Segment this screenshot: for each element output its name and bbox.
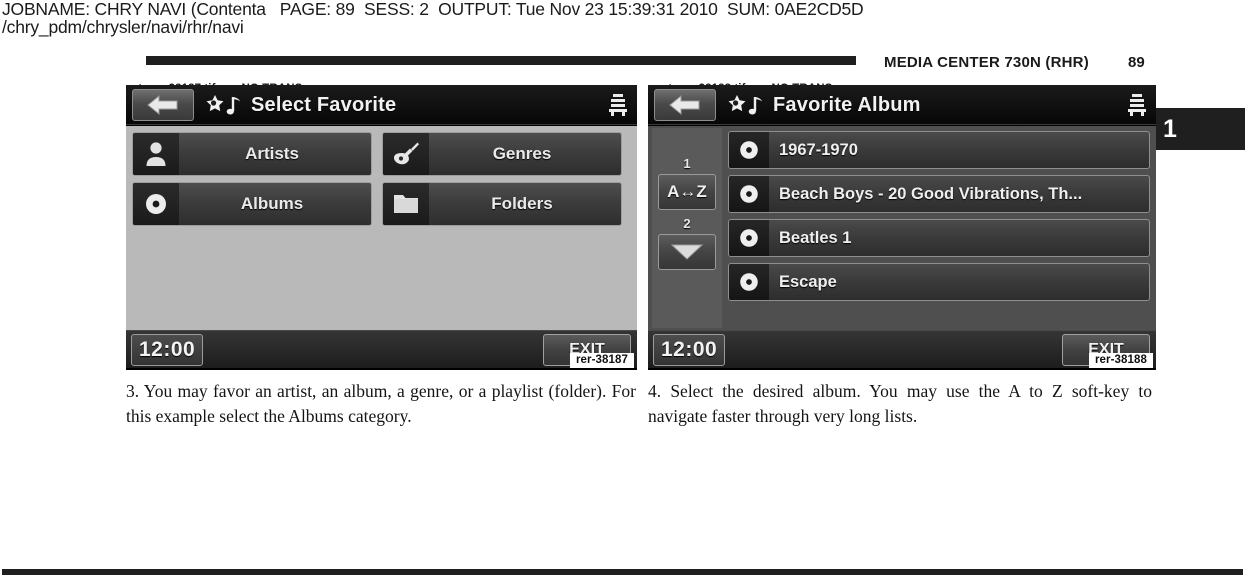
tile-albums[interactable]: Albums [132,182,372,226]
guitar-icon-glyph [393,142,419,165]
equalizer-icon [1128,94,1146,116]
title-icon-left [202,94,246,123]
disc-icon-glyph [146,194,166,214]
section-tab-number: 1 [1163,114,1177,143]
back-button-right[interactable] [654,89,716,121]
back-button-left[interactable] [132,89,194,121]
disc-icon-glyph [740,185,758,203]
figure-screenshot-left: Select Favorite Artists Genres Albums Fo… [126,85,637,370]
callout-1: 1 [683,156,691,171]
list-item[interactable]: Beatles 1 [728,219,1150,257]
star-music-note-icon [728,95,762,115]
radio-header-right: Favorite Album [648,85,1156,125]
manual-page: JOBNAME: CHRY NAVI (Contenta PAGE: 89 SE… [0,0,1245,580]
equalizer-icon [609,94,627,116]
tile-folders[interactable]: Folders [382,182,622,226]
menu-button-left[interactable] [607,93,629,122]
tile-genres[interactable]: Genres [382,132,622,176]
back-arrow-icon [669,94,700,116]
disc-icon-glyph [740,141,758,159]
list-item-label: Beach Boys - 20 Good Vibrations, Th... [779,184,1083,203]
callout-2: 2 [683,216,691,231]
radio-body-right: 1 A↔Z 2 1967-1970 Beach Boys - 20 Good V… [648,126,1156,330]
folder-icon [383,183,429,225]
a-to-z-button[interactable]: A↔Z [658,174,716,210]
radio-footer-left: 12:00 EXIT [126,330,637,368]
tile-label-albums: Albums [240,194,304,213]
caption-text-left: 3. You may favor an artist, an album, a … [126,379,636,428]
disc-icon [729,176,769,212]
list-item-label: Beatles 1 [779,228,852,247]
tile-label-folders: Folders [491,194,553,213]
triangle-down-icon [670,244,704,260]
art-tag-left: rer-38187 [569,353,634,368]
radio-header-left: Select Favorite [126,85,637,125]
caption-right-paragraph: 4. Select the desired album. You may use… [648,381,1152,426]
tile-label-genres: Genres [492,144,552,163]
scroll-down-button[interactable] [658,234,716,270]
list-item[interactable]: Beach Boys - 20 Good Vibrations, Th... [728,175,1150,213]
running-head-rule [146,56,856,65]
person-icon-glyph [146,142,166,166]
star-music-note-icon [206,95,240,115]
tile-label-artists: Artists [245,144,299,163]
radio-body-left: Artists Genres Albums Folders [126,126,637,330]
disc-icon [729,220,769,256]
folder-icon-glyph [394,195,418,213]
caption-text-right: 4. Select the desired album. You may use… [648,379,1152,428]
list-item-label: Escape [779,272,837,291]
clock-left: 12:00 [131,334,204,366]
art-tag-right: rer-38188 [1088,353,1153,368]
clock-right: 12:00 [653,334,726,366]
scroll-rail: 1 A↔Z 2 [652,128,722,328]
running-head-page-number: 89 [1128,54,1145,71]
list-item[interactable]: 1967-1970 [728,131,1150,169]
radio-footer-right: 12:00 EXIT [648,330,1156,368]
section-tab: 1 [1152,108,1245,150]
person-icon [133,133,179,175]
caption-left-paragraph: 3. You may favor an artist, an album, a … [126,381,636,426]
screen-title-right: Favorite Album [773,94,921,116]
list-item[interactable]: Escape [728,263,1150,301]
guitar-icon [383,133,429,175]
job-header-line-2: /chry_pdm/chrysler/navi/rhr/navi [2,17,244,37]
disc-icon [729,132,769,168]
list-item-label: 1967-1970 [779,140,858,159]
disc-icon-glyph [740,273,758,291]
running-head-title: MEDIA CENTER 730N (RHR) [884,54,1089,71]
page-bottom-rule [2,569,1243,575]
disc-icon [729,264,769,300]
figure-screenshot-right: Favorite Album 1 A↔Z 2 1967-1970 Beach B… [648,85,1156,370]
disc-icon [133,183,179,225]
disc-icon-glyph [740,229,758,247]
back-arrow-icon [147,94,178,116]
menu-button-right[interactable] [1126,93,1148,122]
title-icon-right [724,94,768,123]
tile-artists[interactable]: Artists [132,132,372,176]
screen-title-left: Select Favorite [251,94,397,116]
